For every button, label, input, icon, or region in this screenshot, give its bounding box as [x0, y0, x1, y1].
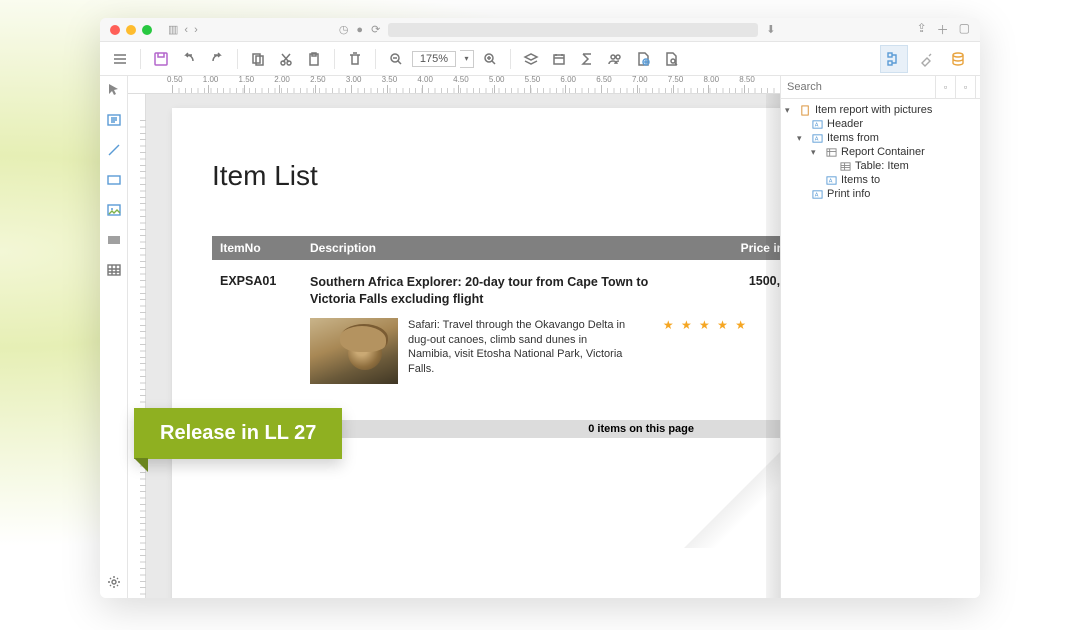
design-surface: Item List ItemNo Description Price in € …: [128, 76, 780, 598]
svg-text:A: A: [814, 136, 818, 142]
undo-button[interactable]: [177, 47, 201, 71]
zoom-level[interactable]: 175%: [412, 51, 456, 67]
report-page[interactable]: Item List ItemNo Description Price in € …: [172, 108, 780, 598]
filter-button-3[interactable]: ▦: [975, 76, 980, 98]
tree-report-container[interactable]: ▾ Report Container: [783, 145, 978, 159]
clock-icon: ◷: [339, 23, 349, 36]
structure-panel: ▫ ▫ ▦ ≡ ▾ Item report with pictures A He…: [780, 76, 980, 598]
redo-button[interactable]: [205, 47, 229, 71]
table-row[interactable]: EXPSA01 Southern Africa Explorer: 20-day…: [212, 260, 780, 314]
menu-button[interactable]: [108, 47, 132, 71]
sidebar-toggle-icon[interactable]: ▥: [168, 23, 178, 36]
paste-button[interactable]: [302, 47, 326, 71]
page-title: Item List: [212, 160, 780, 192]
ruler-horizontal: [128, 76, 780, 94]
item-image: [310, 318, 398, 384]
tree-root[interactable]: ▾ Item report with pictures: [783, 103, 978, 117]
text-block-icon: A: [811, 189, 823, 199]
tabs-icon[interactable]: ▢: [959, 21, 970, 38]
panel-tab-tools[interactable]: [912, 45, 940, 73]
rating-stars: ★ ★ ★ ★ ★: [628, 318, 748, 384]
table-header: ItemNo Description Price in €: [212, 236, 780, 260]
table-icon: [839, 161, 851, 171]
copy-button[interactable]: [246, 47, 270, 71]
delete-button[interactable]: [343, 47, 367, 71]
tree-items-to[interactable]: A Items to: [783, 173, 978, 187]
tree-items-from[interactable]: ▾ A Items from: [783, 131, 978, 145]
cell-description: Southern Africa Explorer: 20-day tour fr…: [310, 274, 674, 308]
search-input[interactable]: [781, 76, 935, 98]
shield-icon: ●: [356, 24, 363, 36]
text-block-icon: A: [825, 175, 837, 185]
tree-table-item[interactable]: Table: Item: [783, 159, 978, 173]
app-body: Item List ItemNo Description Price in € …: [100, 76, 980, 598]
page-add-button[interactable]: [631, 47, 655, 71]
address-bar[interactable]: [388, 23, 758, 37]
app-window: ▥ ‹ › ◷ ● ⟳ ⬇ ⇪ ＋ ▢: [100, 18, 980, 598]
rectangle-tool[interactable]: [104, 170, 124, 190]
table-tool[interactable]: [104, 260, 124, 280]
window-titlebar: ▥ ‹ › ◷ ● ⟳ ⬇ ⇪ ＋ ▢: [100, 18, 980, 42]
pointer-tool[interactable]: [104, 80, 124, 100]
release-banner: Release in LL 27: [134, 408, 342, 459]
layers-button[interactable]: [519, 47, 543, 71]
zoom-dropdown[interactable]: ▾: [460, 50, 474, 68]
svg-text:A: A: [814, 192, 818, 198]
image-tool[interactable]: [104, 200, 124, 220]
left-tool-strip: [100, 76, 128, 598]
settings-button[interactable]: [104, 572, 124, 592]
sum-button[interactable]: [575, 47, 599, 71]
cell-subdescription: Safari: Travel through the Okavango Delt…: [408, 318, 628, 384]
maximize-window-icon[interactable]: [142, 25, 152, 35]
line-tool[interactable]: [104, 140, 124, 160]
text-block-icon: A: [811, 133, 823, 143]
zoom-out-button[interactable]: [384, 47, 408, 71]
cut-button[interactable]: [274, 47, 298, 71]
svg-text:A: A: [814, 122, 818, 128]
footer-text: 0 items on this page: [310, 423, 734, 435]
main-toolbar: 175% ▾: [100, 42, 980, 76]
nav-back-icon[interactable]: ‹: [184, 24, 188, 36]
page-search-button[interactable]: [659, 47, 683, 71]
nav-forward-icon[interactable]: ›: [194, 24, 198, 36]
save-button[interactable]: [149, 47, 173, 71]
scrollbar-vertical[interactable]: [766, 94, 780, 598]
container-icon: [825, 147, 837, 157]
panel-tab-data[interactable]: [944, 45, 972, 73]
document-icon: [799, 105, 811, 115]
zoom-in-button[interactable]: [478, 47, 502, 71]
cell-price: 1500,00: [674, 274, 780, 308]
cell-itemno: EXPSA01: [220, 274, 310, 308]
download-icon[interactable]: ⬇: [766, 23, 775, 36]
tree-print-info[interactable]: A Print info: [783, 187, 978, 201]
text-tool[interactable]: [104, 110, 124, 130]
structure-tree: ▾ Item report with pictures A Header ▾ A…: [781, 99, 980, 205]
tree-header[interactable]: A Header: [783, 117, 978, 131]
refresh-icon[interactable]: ⟳: [371, 23, 380, 36]
new-tab-icon[interactable]: ＋: [937, 21, 949, 38]
filter-button-2[interactable]: ▫: [955, 76, 975, 98]
table-subrow: Safari: Travel through the Okavango Delt…: [212, 314, 780, 394]
svg-text:A: A: [828, 178, 832, 184]
release-banner-tail: [134, 458, 148, 472]
text-block-icon: A: [811, 119, 823, 129]
col-header-description: Description: [302, 236, 682, 260]
barcode-tool[interactable]: [104, 230, 124, 250]
close-window-icon[interactable]: [110, 25, 120, 35]
share-icon[interactable]: ⇪: [917, 21, 927, 38]
users-button[interactable]: [603, 47, 627, 71]
minimize-window-icon[interactable]: [126, 25, 136, 35]
panel-search-row: ▫ ▫ ▦ ≡: [781, 76, 980, 99]
ruler-vertical: [128, 94, 146, 598]
calendar-button[interactable]: [547, 47, 571, 71]
col-header-itemno: ItemNo: [212, 236, 302, 260]
panel-tab-structure[interactable]: [880, 45, 908, 73]
filter-button-1[interactable]: ▫: [935, 76, 955, 98]
